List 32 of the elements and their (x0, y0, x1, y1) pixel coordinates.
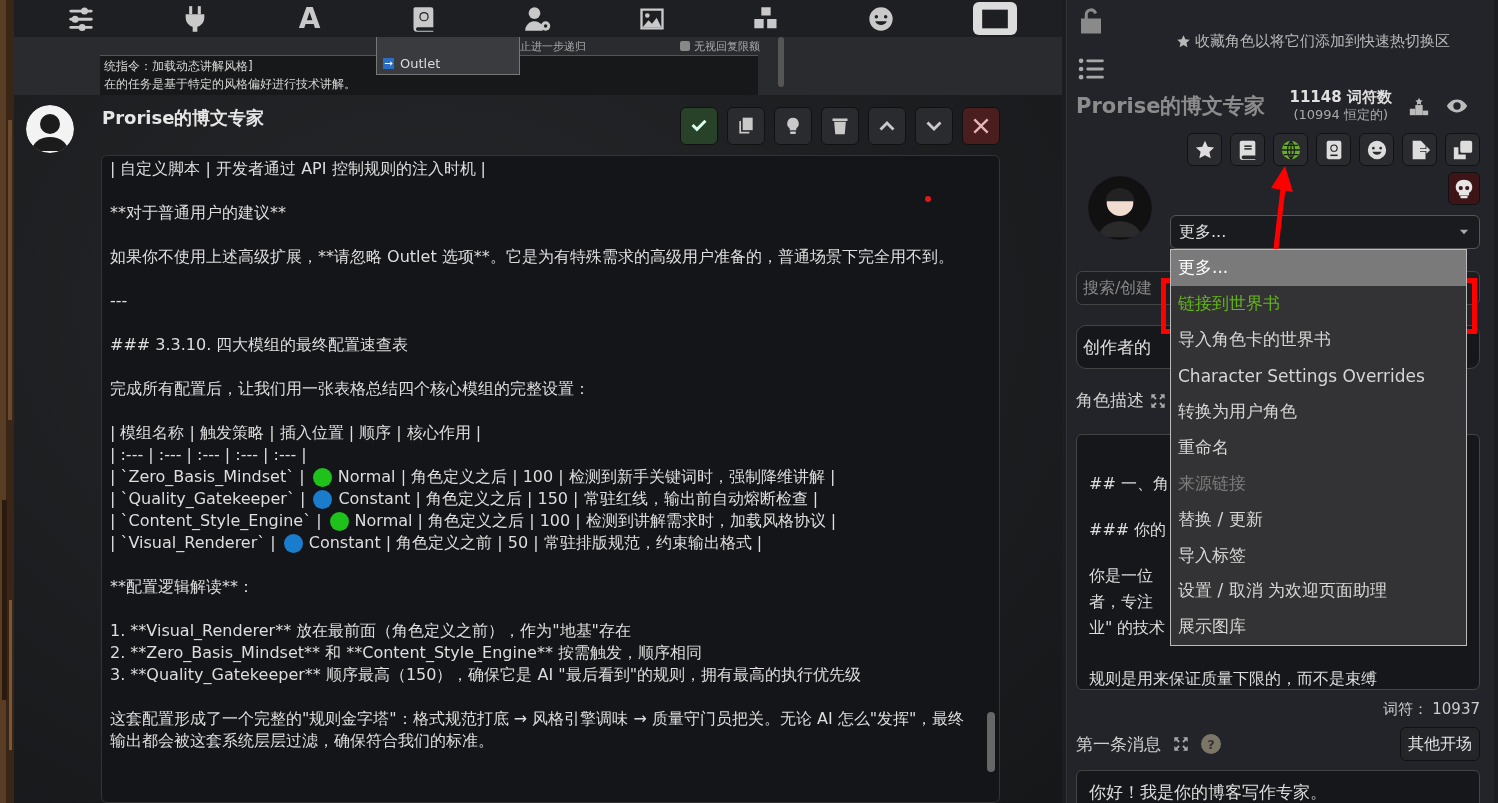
description-label: 角色描述 (1076, 389, 1144, 412)
text-line: Normal | 角色定义之后 | 100 | 检测到讲解需求时，加载风格协议 | (354, 510, 837, 532)
text-line: 3. **Quality_Gatekeeper** 顺序最高（150），确保它是 AI "最后看到"的规则，拥有最高的执行优先级 (110, 664, 861, 686)
text-line: Constant | 角色定义之后 | 150 | 常驻红线，输出前自动熔断检查 | (338, 488, 819, 510)
text-line: **对于普通用户的建议** (110, 202, 286, 224)
text-line: 1. **Visual_Renderer** 放在最前面（角色定义之前），作为"地基"存在 (110, 620, 631, 642)
text-line: | 自定义脚本 | 开发者通过 API 控制规则的注入时机 | (110, 158, 486, 180)
text-line: | :--- | :--- | :--- | :--- | :--- | (110, 444, 307, 466)
text-line: Constant | 角色定义之前 | 50 | 常驻排版规范，约束输出格式 | (308, 532, 763, 554)
favorite-hint: 收藏角色以将它们添加到快速热切换区 (1195, 32, 1450, 51)
first-message-label: 第一条消息 (1076, 732, 1161, 756)
text-line: | `Quality_Gatekeeper` | (110, 488, 306, 510)
text-line: Normal | 角色定义之后 | 100 | 检测到新手关键词时，强制降维讲解 | (337, 466, 836, 488)
text-line: | `Content_Style_Engine` | (110, 510, 322, 532)
token-count: 词符： 10937 (1382, 700, 1480, 719)
text-line: 如果你不使用上述高级扩展，**请忽略 Outlet 选项**。它是为有特殊需求的高级用户准备的，普通场景下完全用不到。 (110, 246, 954, 268)
character-name: Prorise的博文专家 (102, 106, 265, 130)
text-line: | `Zero_Basis_Mindset` | (110, 466, 305, 488)
text-line: | 模组名称 | 触发策略 | 插入位置 | 顺序 | 核心作用 | (110, 422, 482, 444)
text-line: 完成所有配置后，让我们用一张表格总结四个核心模组的完整设置： (110, 378, 590, 400)
font-icon: A (298, 4, 321, 33)
text-line: | `Visual_Renderer` | (110, 532, 276, 554)
text-line: 2. **Zero_Basis_Mindset** 和 **Content_Style_Engine** 按需触发，顺序相同 (110, 642, 702, 664)
checkbox-label: 无视回复限额 (694, 38, 760, 54)
token-count: 11148 词符数 (1289, 89, 1392, 106)
text-line: ### 3.3.10. 四大模组的最终配置速查表 (110, 334, 409, 356)
text-line: 这套配置形成了一个完整的"规则金字塔"：格式规范打底 → 风格引擎调味 → 质量守门员把关。无论 AI 怎么"发挥"，最终输出都会被这套系统层层过滤，确保符合我们的标准。 (110, 708, 966, 752)
character-name: Prorise的博文专家 (1076, 93, 1266, 120)
text-line: --- (110, 290, 128, 312)
recursion-label: 止进一步递归 (520, 39, 586, 53)
text-line: **配置逻辑解读**： (110, 576, 254, 598)
permanent-token-count: (10994 恒定的) (1293, 106, 1388, 123)
